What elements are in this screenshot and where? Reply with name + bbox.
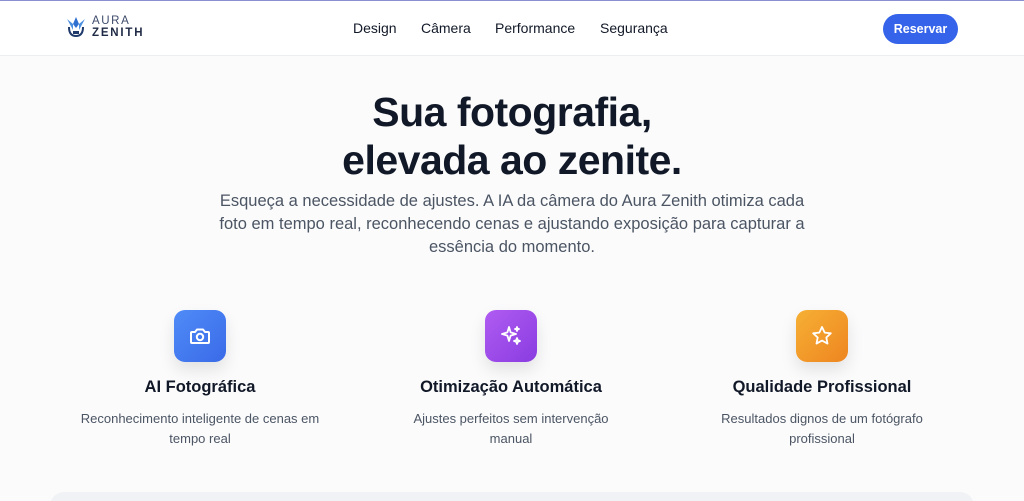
reserve-button[interactable]: Reservar — [883, 14, 958, 44]
nav-item-performance[interactable]: Performance — [495, 20, 575, 36]
feature-title: AI Fotográfica — [144, 378, 256, 396]
next-section-card — [50, 492, 974, 501]
nav-item-seguranca[interactable]: Segurança — [600, 20, 668, 36]
sparkles-icon — [501, 326, 521, 345]
feature-icon-box — [796, 310, 848, 362]
feature-title: Otimização Automática — [420, 378, 602, 396]
camera-icon — [190, 328, 210, 344]
feature-icon-box — [174, 310, 226, 362]
main-nav: Design Câmera Performance Segurança — [0, 20, 1024, 40]
feature-title: Qualidade Profissional — [732, 378, 912, 396]
nav-item-camera[interactable]: Câmera — [421, 20, 471, 36]
feature-description: Ajustes perfeitos sem intervenção manual — [413, 411, 609, 446]
star-icon — [812, 326, 832, 345]
feature-description: Resultados dignos de um fotógrafo profis… — [721, 411, 923, 446]
hero-title-line-1: Sua fotografia, — [372, 89, 652, 135]
hero-title-line-2: elevada ao zenite. — [342, 137, 682, 183]
site-header: AURA ZENITH Design Câmera Performance Se… — [0, 1, 1024, 56]
feature-icon-box — [485, 310, 537, 362]
feature-card-quality: Qualidade Profissional Resultados dignos… — [662, 310, 982, 449]
feature-card-optimization: Otimização Automática Ajustes perfeitos … — [351, 310, 671, 449]
nav-item-design[interactable]: Design — [353, 20, 397, 36]
hero-title: Sua fotografia, elevada ao zenite. — [0, 88, 1024, 184]
feature-description: Reconhecimento inteligente de cenas em t… — [80, 411, 320, 446]
hero-subtitle: Esqueça a necessidade de ajustes. A IA d… — [219, 192, 805, 256]
feature-card-ai: AI Fotográfica Reconhecimento inteligent… — [40, 310, 360, 449]
